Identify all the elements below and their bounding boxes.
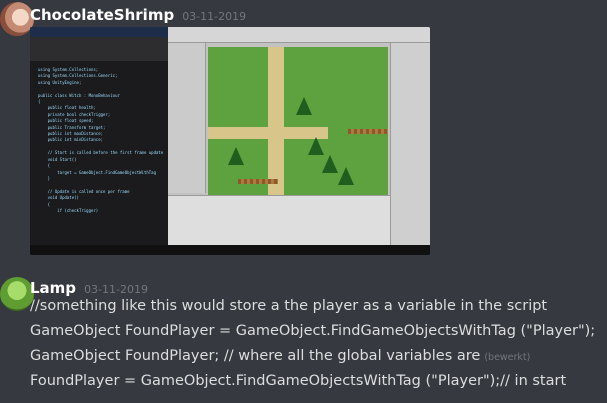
tree-icon [338,167,354,189]
fence [238,179,278,184]
tree-icon [228,147,244,169]
message-line: GameObject FoundPlayer = GameObject.Find… [30,323,596,339]
hierarchy-panel [168,43,206,193]
unity-editor [168,27,430,245]
username[interactable]: Lamp [30,279,76,297]
editor-toolbar [30,37,168,61]
code-editor: using System.Collections; using System.Co… [30,37,168,245]
screenshot-attachment[interactable]: using System.Collections; using System.Co… [30,27,430,255]
avatar[interactable] [0,277,34,311]
inspector-panel [390,43,430,245]
scene-view [208,47,388,195]
avatar[interactable] [0,2,34,36]
timestamp: 03-11-2019 [182,10,247,23]
message-line: GameObject FoundPlayer; // where all the… [30,348,530,364]
dirt-path [268,47,284,195]
message-header: Lamp 03-11-2019 [30,278,148,297]
code-text: using System.Collections; using System.Co… [38,67,166,214]
code-line: // Start is called before the first fram… [38,150,164,156]
tree-icon [322,155,338,177]
username[interactable]: ChocolateShrimp [30,6,174,24]
message-line: FoundPlayer = GameObject.FindGameObjects… [30,373,567,389]
message-line: //something like this would store a the … [30,298,548,314]
code-line: if (checkTrigger) [38,207,99,213]
message-chocolateshrimp: ChocolateShrimp 03-11-2019 using System.C… [0,0,607,262]
timestamp: 03-11-2019 [84,283,148,296]
tree-icon [296,97,312,119]
fence [348,129,388,134]
unity-toolbar [168,27,430,43]
edited-label: (bewerkt) [484,352,531,363]
message-text: GameObject FoundPlayer; // where all the… [30,348,481,364]
code-line: target = GameObject.FindGameObjectWithTa… [38,169,157,175]
console-panel [168,195,390,245]
message-header: ChocolateShrimp 03-11-2019 [30,5,246,24]
taskbar [30,245,430,255]
message-lamp: Lamp 03-11-2019 //something like this wou… [0,275,607,403]
